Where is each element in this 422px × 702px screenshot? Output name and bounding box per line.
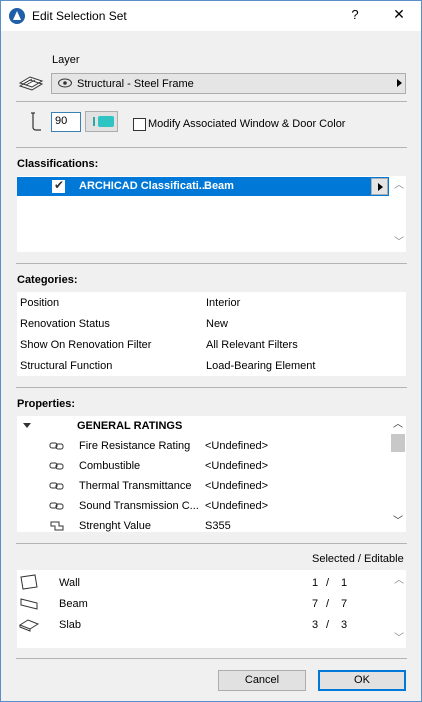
separator bbox=[16, 147, 407, 148]
scroll-down-icon[interactable]: ﹀ bbox=[394, 238, 404, 248]
classifications-heading: Classifications: bbox=[17, 158, 99, 170]
close-button[interactable]: ✕ bbox=[389, 6, 409, 23]
property-group-name: GENERAL RATINGS bbox=[77, 420, 183, 432]
layer-label: Layer bbox=[52, 54, 80, 66]
modify-window-door-color-checkbox[interactable] bbox=[133, 118, 146, 131]
classification-value: Beam bbox=[204, 180, 234, 192]
properties-heading: Properties: bbox=[17, 398, 76, 410]
checkmark-icon: ✔ bbox=[54, 178, 65, 192]
categories-heading: Categories: bbox=[17, 274, 78, 286]
scroll-down-icon[interactable]: ﹀ bbox=[394, 634, 404, 644]
separator bbox=[16, 263, 407, 264]
count-separator: / bbox=[326, 577, 330, 589]
dropdown-arrow-icon bbox=[397, 79, 402, 87]
property-value[interactable]: <Undefined> bbox=[205, 440, 268, 452]
separator bbox=[16, 543, 407, 544]
ok-button[interactable]: OK bbox=[318, 670, 406, 691]
property-value[interactable]: <Undefined> bbox=[205, 500, 268, 512]
layer-value: Structural - Steel Frame bbox=[77, 78, 194, 90]
collapse-triangle-icon[interactable] bbox=[23, 423, 31, 428]
category-value[interactable]: Interior bbox=[206, 297, 240, 309]
pen-color-swatch[interactable] bbox=[85, 111, 118, 132]
category-name: Structural Function bbox=[20, 360, 113, 372]
link-icon bbox=[49, 462, 64, 470]
property-name: Thermal Transmittance bbox=[79, 480, 192, 492]
pen-weight-icon bbox=[93, 117, 95, 126]
editable-count: 1 bbox=[341, 577, 348, 589]
property-name: Combustible bbox=[79, 460, 141, 472]
classification-expand-arrow-icon[interactable] bbox=[371, 178, 388, 195]
property-name: Strenght Value bbox=[79, 520, 151, 532]
category-name: Show On Renovation Filter bbox=[20, 339, 152, 351]
editable-count: 3 bbox=[341, 619, 348, 631]
property-value[interactable]: <Undefined> bbox=[205, 480, 268, 492]
help-button[interactable]: ? bbox=[345, 7, 365, 22]
title-bar: Edit Selection Set ? ✕ bbox=[1, 1, 421, 31]
category-value[interactable]: All Relevant Filters bbox=[206, 339, 298, 351]
property-value[interactable]: S355 bbox=[205, 520, 231, 532]
category-value[interactable]: Load-Bearing Element bbox=[206, 360, 315, 372]
pen-number-input[interactable]: 90 bbox=[51, 112, 81, 132]
slab-tool-icon bbox=[18, 619, 40, 632]
link-icon bbox=[49, 502, 64, 510]
scroll-up-icon[interactable]: ︿ bbox=[394, 181, 404, 191]
pen-icon bbox=[31, 112, 41, 131]
selected-count: 1 bbox=[312, 577, 319, 589]
editable-count: 7 bbox=[341, 598, 348, 610]
scroll-up-icon[interactable]: ︿ bbox=[394, 576, 404, 586]
element-type-name: Slab bbox=[59, 619, 82, 631]
layer-icon bbox=[18, 76, 44, 91]
count-separator: / bbox=[326, 598, 330, 610]
element-type-name: Wall bbox=[59, 577, 80, 589]
window-title: Edit Selection Set bbox=[32, 9, 127, 23]
modify-window-door-color-label: Modify Associated Window & Door Color bbox=[148, 118, 346, 130]
scroll-down-icon[interactable]: ﹀ bbox=[393, 517, 403, 527]
property-name: Sound Transmission C... bbox=[79, 500, 199, 512]
custom-property-icon bbox=[50, 521, 64, 531]
count-separator: / bbox=[326, 619, 330, 631]
element-type-name: Beam bbox=[59, 598, 88, 610]
classification-checkbox[interactable]: ✔ bbox=[52, 178, 65, 193]
link-icon bbox=[49, 442, 64, 450]
classification-row[interactable]: ✔ ARCHICAD Classificati... Beam bbox=[17, 177, 389, 196]
property-name: Fire Resistance Rating bbox=[79, 440, 191, 452]
layer-dropdown[interactable]: Structural - Steel Frame bbox=[51, 73, 406, 94]
category-value[interactable]: New bbox=[206, 318, 228, 330]
edit-selection-set-dialog: Edit Selection Set ? ✕ Layer Structural … bbox=[0, 0, 422, 702]
classification-system: ARCHICAD Classificati... bbox=[79, 180, 208, 192]
category-name: Renovation Status bbox=[20, 318, 110, 330]
properties-list bbox=[17, 416, 406, 532]
scroll-up-icon[interactable]: ︿ bbox=[393, 420, 403, 430]
eye-icon bbox=[58, 78, 72, 88]
selected-count: 3 bbox=[312, 619, 319, 631]
separator bbox=[16, 101, 407, 102]
link-icon bbox=[49, 482, 64, 490]
pen-color-fill bbox=[98, 116, 114, 127]
selected-editable-header: Selected / Editable bbox=[312, 553, 404, 565]
beam-tool-icon bbox=[20, 598, 38, 610]
scrollbar-thumb[interactable] bbox=[391, 434, 405, 452]
wall-tool-icon bbox=[20, 574, 38, 590]
category-name: Position bbox=[20, 297, 60, 309]
separator bbox=[16, 387, 407, 388]
cancel-button[interactable]: Cancel bbox=[218, 670, 306, 691]
archicad-app-icon bbox=[9, 8, 25, 24]
property-value[interactable]: <Undefined> bbox=[205, 460, 268, 472]
selected-count: 7 bbox=[312, 598, 319, 610]
separator bbox=[16, 658, 407, 659]
